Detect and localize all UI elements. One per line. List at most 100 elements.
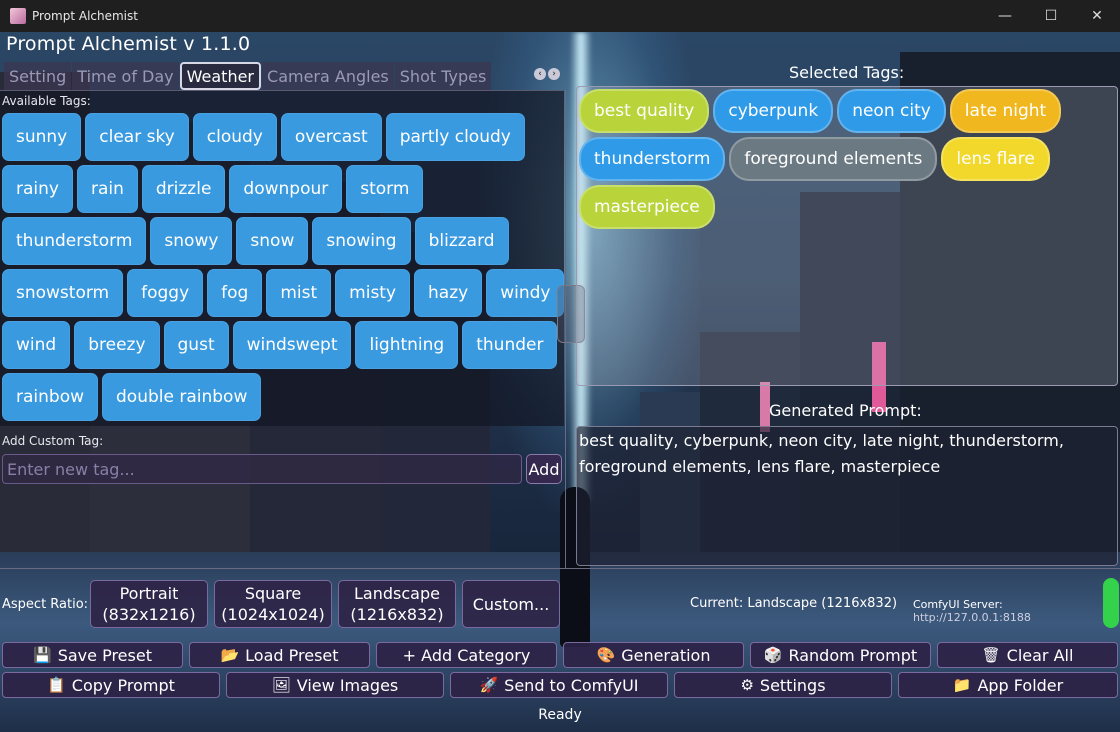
available-tag[interactable]: breezy	[74, 321, 160, 369]
available-tag[interactable]: overcast	[280, 113, 382, 161]
minimize-button[interactable]: —	[982, 0, 1028, 32]
maximize-button[interactable]: ☐	[1028, 0, 1074, 32]
available-tag[interactable]: rainy	[2, 165, 73, 213]
custom-ratio-button[interactable]: Custom...	[462, 580, 560, 628]
available-tag[interactable]: wind	[2, 321, 71, 369]
tab-time-of-day[interactable]: Time of Day	[72, 62, 179, 90]
send-to-comfyui-button[interactable]: 🚀 Send to ComfyUI	[450, 672, 668, 698]
tag-row: rainbow double rainbow	[2, 373, 562, 421]
palette-icon: 🎨	[596, 646, 616, 664]
selected-tag[interactable]: masterpiece	[579, 185, 715, 229]
add-tag-button[interactable]: Add	[526, 454, 562, 484]
app-title: Prompt Alchemist v 1.1.0	[6, 33, 251, 55]
random-prompt-button[interactable]: 🎲 Random Prompt	[750, 642, 931, 668]
ratio-size: (1216x832)	[350, 605, 444, 624]
available-tag[interactable]: downpour	[229, 165, 343, 213]
available-tag[interactable]: lightning	[355, 321, 459, 369]
tag-row: thunderstorm snowy snow snowing blizzard	[2, 217, 562, 265]
available-tag[interactable]: foggy	[127, 269, 204, 317]
available-tag[interactable]: windswept	[232, 321, 352, 369]
add-category-button[interactable]: + Add Category	[376, 642, 557, 668]
available-tag[interactable]: partly cloudy	[385, 113, 525, 161]
dice-icon: 🎲	[763, 646, 783, 664]
available-tag[interactable]: hazy	[414, 269, 483, 317]
portrait-ratio-button[interactable]: Portrait (832x1216)	[90, 580, 208, 628]
window-titlebar: Prompt Alchemist — ☐ ✕	[0, 0, 1120, 32]
tab-weather[interactable]: Weather	[179, 62, 262, 90]
section-divider	[0, 568, 1120, 569]
available-tag[interactable]: misty	[335, 269, 411, 317]
available-tag[interactable]: snow	[236, 217, 309, 265]
available-tag[interactable]: blizzard	[414, 217, 509, 265]
available-tag[interactable]: double rainbow	[102, 373, 262, 421]
button-label: Generation	[621, 645, 711, 665]
landscape-ratio-button[interactable]: Landscape (1216x832)	[338, 580, 456, 628]
selected-tags-label: Selected Tags:	[789, 63, 905, 82]
button-label: Load Preset	[245, 645, 339, 665]
tab-shot-types[interactable]: Shot Types	[394, 62, 492, 90]
button-label: + Add Category	[402, 645, 531, 665]
generated-prompt-label: Generated Prompt:	[769, 401, 922, 420]
selected-tag-row: thunderstorm foreground elements lens flar…	[579, 137, 1061, 181]
available-tag[interactable]: mist	[266, 269, 332, 317]
available-tag[interactable]: rainbow	[2, 373, 98, 421]
settings-button[interactable]: ⚙ Settings	[674, 672, 892, 698]
status-bar-text: Ready	[538, 707, 582, 723]
tab-setting[interactable]: Setting	[4, 62, 72, 90]
image-icon: 🖼	[271, 676, 291, 694]
save-preset-button[interactable]: 💾 Save Preset	[2, 642, 183, 668]
button-label: Random Prompt	[788, 645, 918, 665]
app-icon	[10, 8, 26, 24]
selected-tag[interactable]: cyberpunk	[713, 89, 834, 133]
available-tag[interactable]: thunder	[462, 321, 558, 369]
tag-row: rainy rain drizzle downpour storm	[2, 165, 562, 213]
clear-all-button[interactable]: 🗑 Clear All	[937, 642, 1118, 668]
selected-tag[interactable]: late night	[949, 89, 1062, 133]
server-status: ComfyUI Server: http://127.0.0.1:8188	[913, 598, 1120, 624]
window-title: Prompt Alchemist	[32, 9, 138, 23]
available-tag[interactable]: snowing	[312, 217, 411, 265]
available-tag[interactable]: drizzle	[141, 165, 226, 213]
square-ratio-button[interactable]: Square (1024x1024)	[214, 580, 332, 628]
selected-tag[interactable]: best quality	[579, 89, 710, 133]
trash-icon: 🗑	[981, 646, 1001, 664]
available-tag[interactable]: storm	[346, 165, 424, 213]
view-images-button[interactable]: 🖼 View Images	[226, 672, 444, 698]
app-folder-button[interactable]: 📁 App Folder	[898, 672, 1118, 698]
close-button[interactable]: ✕	[1074, 0, 1120, 32]
available-tags-label: Available Tags:	[2, 94, 91, 108]
available-tag[interactable]: sunny	[2, 113, 82, 161]
selected-tags-panel: best quality cyberpunk neon city late night…	[576, 86, 1118, 386]
ratio-name: Landscape	[354, 584, 440, 603]
tag-row: sunny clear sky cloudy overcast partly cloud…	[2, 113, 562, 161]
available-tag[interactable]: cloudy	[192, 113, 277, 161]
gear-icon: ⚙	[740, 676, 754, 694]
selected-tag-row: masterpiece	[579, 185, 1061, 229]
ratio-name: Portrait	[119, 584, 179, 603]
generation-button[interactable]: 🎨 Generation	[563, 642, 744, 668]
available-tag[interactable]: thunderstorm	[2, 217, 147, 265]
selected-tag[interactable]: lens flare	[941, 137, 1050, 181]
available-tag[interactable]: gust	[163, 321, 229, 369]
available-tag[interactable]: windy	[486, 269, 565, 317]
tag-row: wind breezy gust windswept lightning thunder	[2, 321, 562, 369]
selected-tag[interactable]: neon city	[837, 89, 946, 133]
copy-prompt-button[interactable]: 📋 Copy Prompt	[2, 672, 220, 698]
selected-tag[interactable]: thunderstorm	[579, 137, 726, 181]
available-tag[interactable]: clear sky	[85, 113, 189, 161]
chevron-left-icon[interactable]: ‹	[534, 68, 546, 80]
custom-tag-input[interactable]	[2, 454, 522, 484]
available-tag[interactable]: rain	[76, 165, 138, 213]
rocket-icon: 🚀	[479, 676, 499, 694]
tab-camera-angles[interactable]: Camera Angles	[262, 62, 394, 90]
available-tag[interactable]: fog	[207, 269, 263, 317]
load-preset-button[interactable]: 📂 Load Preset	[189, 642, 370, 668]
folder-icon: 📁	[952, 676, 972, 694]
available-tag[interactable]: snowstorm	[2, 269, 124, 317]
generated-prompt-text[interactable]: best quality, cyberpunk, neon city, late…	[576, 426, 1118, 566]
chevron-right-icon[interactable]: ›	[548, 68, 560, 80]
button-label: Copy Prompt	[71, 675, 175, 695]
selected-tag[interactable]: foreground elements	[729, 137, 938, 181]
server-status-indicator	[1103, 578, 1119, 628]
available-tag[interactable]: snowy	[150, 217, 233, 265]
